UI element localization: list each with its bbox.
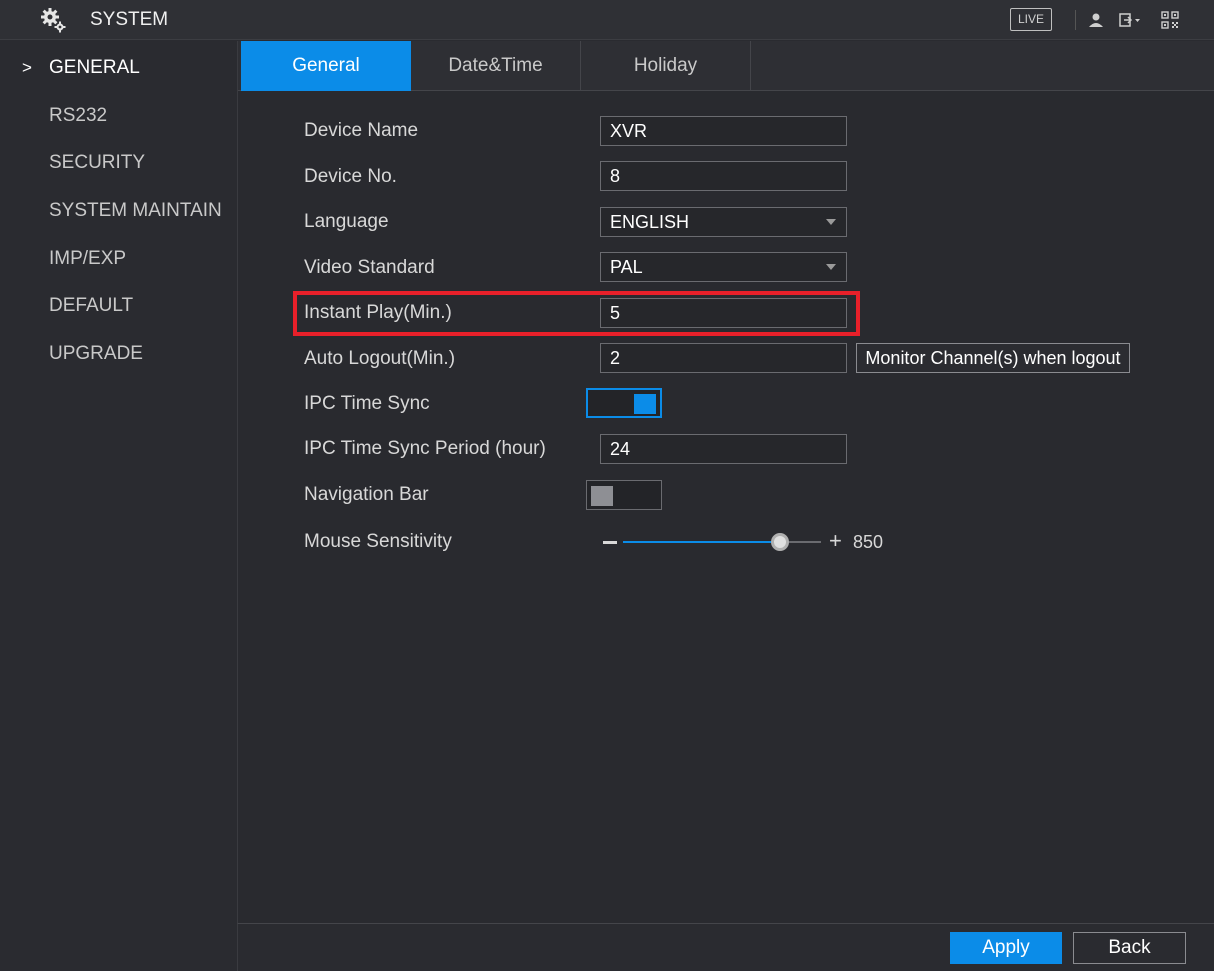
mouse-sensitivity-label: Mouse Sensitivity <box>304 531 452 552</box>
sidebar-item-system-maintain[interactable]: SYSTEM MAINTAIN <box>0 186 237 234</box>
navigation-bar-toggle[interactable] <box>586 480 662 510</box>
top-bar: SYSTEM LIVE <box>0 0 1214 40</box>
sidebar-item-rs232[interactable]: RS232 <box>0 91 237 139</box>
ipc-time-sync-period-input[interactable]: 24 <box>600 434 847 464</box>
gears-icon <box>41 8 66 33</box>
device-no-label: Device No. <box>304 166 397 187</box>
device-no-input[interactable]: 8 <box>600 161 847 191</box>
qr-code-icon[interactable] <box>1160 11 1180 29</box>
sidebar-item-label: IMP/EXP <box>49 248 127 269</box>
sidebar-item-label: RS232 <box>49 105 108 126</box>
slider-thumb[interactable] <box>771 533 789 551</box>
sidebar-item-security[interactable]: SECURITY <box>0 138 237 186</box>
tab-bar: General Date&Time Holiday <box>238 41 1214 91</box>
video-standard-value: PAL <box>610 257 643 277</box>
monitor-channels-button[interactable]: Monitor Channel(s) when logout <box>856 343 1130 373</box>
live-button[interactable]: LIVE <box>1010 8 1052 31</box>
tab-holiday[interactable]: Holiday <box>581 41 751 91</box>
navigation-bar-label: Navigation Bar <box>304 484 429 505</box>
sidebar-item-label: SECURITY <box>49 152 146 173</box>
sidebar-item-label: GENERAL <box>49 57 140 78</box>
toggle-knob <box>591 486 613 506</box>
divider <box>1075 10 1076 30</box>
ipc-time-sync-toggle[interactable] <box>586 388 662 418</box>
sidebar-item-general[interactable]: > GENERAL <box>0 43 237 91</box>
apply-button[interactable]: Apply <box>950 932 1062 964</box>
device-name-input[interactable]: XVR <box>600 116 847 146</box>
language-select[interactable]: ENGLISH <box>600 207 847 237</box>
footer-bar: Apply Back <box>237 923 1214 971</box>
user-icon[interactable] <box>1086 11 1106 29</box>
logout-icon[interactable] <box>1118 11 1142 29</box>
page-title: SYSTEM <box>90 9 169 30</box>
sidebar-item-upgrade[interactable]: UPGRADE <box>0 329 237 377</box>
sidebar-item-label: SYSTEM MAINTAIN <box>49 200 222 221</box>
back-button[interactable]: Back <box>1073 932 1186 964</box>
tab-general[interactable]: General <box>241 41 411 91</box>
sidebar-item-default[interactable]: DEFAULT <box>0 281 237 329</box>
sidebar: > GENERAL RS232 SECURITY SYSTEM MAINTAIN… <box>0 41 237 971</box>
main-panel: General Date&Time Holiday Device Name XV… <box>237 41 1214 923</box>
instant-play-label: Instant Play(Min.) <box>304 302 452 323</box>
ipc-time-sync-label: IPC Time Sync <box>304 393 430 414</box>
language-value: ENGLISH <box>610 212 690 232</box>
dropdown-arrow-icon <box>826 219 836 225</box>
slider-increase-button[interactable]: + <box>829 528 842 554</box>
mouse-sensitivity-value: 850 <box>853 532 884 552</box>
dropdown-arrow-icon <box>826 264 836 270</box>
slider-decrease-button[interactable] <box>603 541 617 544</box>
chevron-right-icon: > <box>22 58 32 77</box>
device-name-label: Device Name <box>304 120 419 141</box>
video-standard-select[interactable]: PAL <box>600 252 847 282</box>
sidebar-item-label: DEFAULT <box>49 295 134 316</box>
toggle-knob <box>634 394 656 414</box>
instant-play-input[interactable]: 5 <box>600 298 847 328</box>
sidebar-item-label: UPGRADE <box>49 343 143 364</box>
auto-logout-label: Auto Logout(Min.) <box>304 348 456 369</box>
ipc-time-sync-period-label: IPC Time Sync Period (hour) <box>304 438 546 459</box>
video-standard-label: Video Standard <box>304 257 435 278</box>
auto-logout-input[interactable]: 2 <box>600 343 847 373</box>
tab-date-time[interactable]: Date&Time <box>411 41 581 91</box>
sidebar-item-imp-exp[interactable]: IMP/EXP <box>0 234 237 282</box>
language-label: Language <box>304 211 389 232</box>
slider-track-filled[interactable] <box>623 541 781 543</box>
